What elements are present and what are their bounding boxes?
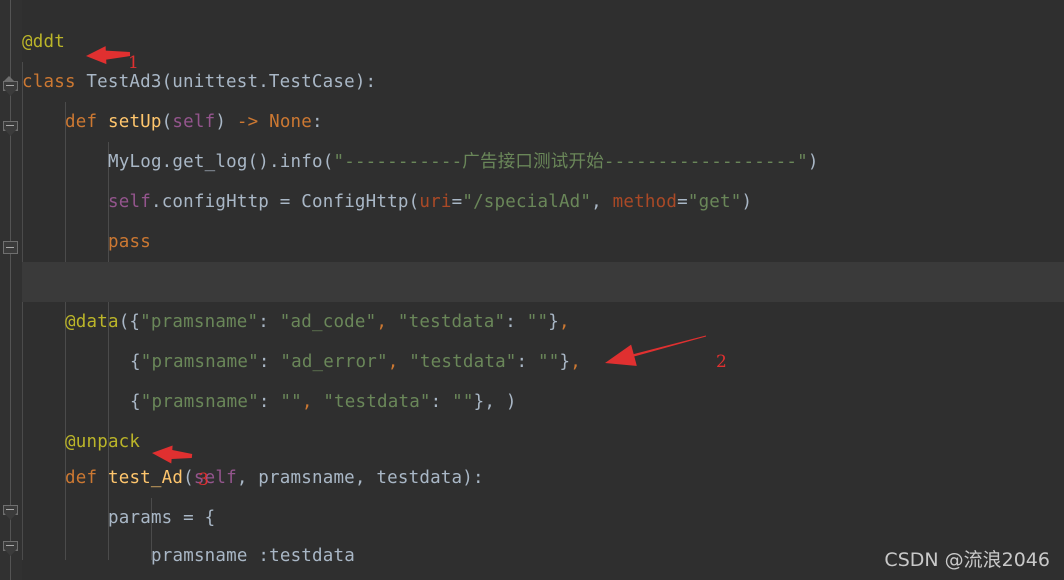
code-fold-toggle-icon[interactable] [3,541,18,556]
code-token: "pramsname" [140,392,259,412]
code-token: "ad_code" [279,312,377,332]
csdn-watermark: CSDN @流浪2046 [884,549,1050,571]
code-token: None [269,112,313,132]
code-fold-toggle-icon[interactable] [3,121,18,136]
code-line[interactable]: {"pramsname": "", "testdata": ""}, ) [130,382,517,422]
highlighted-line-band [22,262,1064,302]
code-token: def [65,468,98,488]
code-token: "" [280,392,302,412]
code-token: : [258,352,281,372]
code-token: @unpack [65,432,141,452]
code-token: "testdata" [397,312,506,332]
code-line[interactable]: pramsname :testdata [151,536,355,576]
code-token: @data [65,312,119,332]
code-token: pramsname :testdata [151,546,355,566]
code-token: { [130,352,141,372]
code-token: method [612,192,678,212]
code-line[interactable]: @data({"pramsname": "ad_code", "testdata… [65,302,570,342]
code-fold-toggle-icon[interactable] [3,241,18,256]
code-token: : [312,112,323,132]
code-token: } [473,392,485,412]
code-token: "testdata" [323,392,431,412]
code-fold-toggle-icon[interactable] [3,81,18,96]
code-token: @ddt [22,32,65,52]
code-token: uri [419,192,452,212]
code-content-area[interactable]: @ddt class TestAd3(unittest.TestCase): def… [22,0,1064,580]
code-token: def [65,112,98,132]
code-token: TestAd3(unittest.TestCase): [75,72,377,92]
code-line[interactable]: params = { [108,498,215,538]
code-token: "pramsname" [140,312,259,332]
code-token: ) [807,152,819,172]
code-token: , [591,192,613,212]
code-token: "pramsname" [140,352,259,372]
code-token: self [108,192,151,212]
code-line[interactable]: @ddt [22,22,65,62]
code-line[interactable]: pass [108,222,151,262]
fold-caret-icon[interactable] [3,76,15,82]
code-token: , [376,312,398,332]
code-token: "-----------广告接口测试开始------------------" [333,152,808,172]
code-token: MyLog.get_log().info( [108,152,334,172]
code-token: , pramsname, testdata): [236,468,484,488]
code-token: ) [741,192,753,212]
code-token: test_Ad [107,468,184,488]
code-token: , [387,352,410,372]
code-token: ({ [118,312,141,332]
code-line[interactable]: def setUp(self) -> None: [65,102,323,142]
code-token: -> [236,112,259,132]
code-token: : [505,312,527,332]
code-token: , ) [484,392,517,412]
code-editor-screenshot: @ddt class TestAd3(unittest.TestCase): def… [0,0,1064,580]
code-token: .configHttp = ConfigHttp( [150,192,420,212]
code-line[interactable]: {"pramsname": "ad_error", "testdata": ""… [130,342,581,382]
code-fold-toggle-icon[interactable] [3,505,18,520]
annotation-number-label: 1 [128,53,139,73]
code-token: "get" [687,192,742,212]
code-token: } [559,352,571,372]
code-token: pass [108,232,151,252]
code-token: params = { [108,508,216,528]
code-token: , [301,392,324,412]
annotation-number-label: 3 [198,470,209,490]
code-token: "testdata" [409,352,517,372]
code-token: "" [452,392,474,412]
code-token: self [172,112,216,132]
code-token: "ad_error" [280,352,388,372]
editor-gutter [0,0,22,580]
code-token: , [558,312,570,332]
code-token: "" [526,312,549,332]
code-token: , [570,352,582,372]
code-line[interactable]: class TestAd3(unittest.TestCase): [22,62,376,102]
code-line[interactable]: @unpack [65,422,140,462]
code-token: "/specialAd" [462,192,592,212]
indent-guide [22,62,23,560]
code-token: : [430,392,453,412]
code-token: : [258,392,281,412]
code-token: class [22,72,76,92]
code-token: = [451,192,463,212]
code-line[interactable]: self.configHttp = ConfigHttp(uri="/speci… [108,182,752,222]
code-line[interactable]: MyLog.get_log().info("-----------广告接口测试开… [108,142,819,182]
code-token: "" [538,352,560,372]
code-token: : [258,312,280,332]
code-line[interactable]: def test_Ad(self, pramsname, testdata): [65,458,484,498]
code-token: setUp [107,112,162,132]
annotation-number-label: 2 [716,352,727,372]
code-token: : [516,352,539,372]
code-token: } [548,312,559,332]
code-token: ( [183,468,194,488]
code-token: ) [215,112,237,132]
code-token: = [677,192,688,212]
code-token: { [130,392,141,412]
code-token: ( [161,112,173,132]
